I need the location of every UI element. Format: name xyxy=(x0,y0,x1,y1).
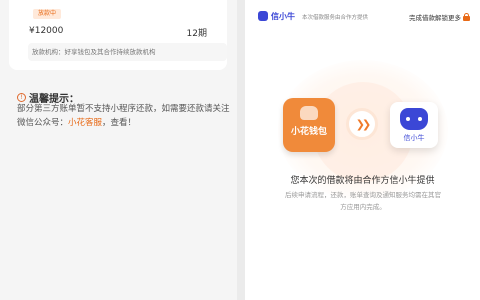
brand-logo-icon xyxy=(258,11,268,21)
partner-topbar: 信小牛 本次借款服务由合作方提供 完成借款解锁更多 xyxy=(245,0,480,34)
lender-info: 放款机构：好享钱包及其合作持续放款机构 xyxy=(28,43,227,61)
lock-icon xyxy=(463,13,470,21)
brand-name: 信小牛 xyxy=(271,12,295,21)
brand-note: 本次借款服务由合作方提供 xyxy=(302,15,369,21)
unlock-more-button[interactable]: 完成借款解锁更多 xyxy=(409,12,470,22)
official-account-link[interactable]: 小花客服 xyxy=(68,118,102,128)
status-badge: 放款中 xyxy=(33,9,62,19)
cow-mascot-icon xyxy=(400,108,428,130)
double-chevron-right-icon: ❯❯ xyxy=(355,117,372,131)
transfer-arrow: ❯❯ xyxy=(346,108,378,140)
unlock-more-label: 完成借款解锁更多 xyxy=(409,14,461,22)
loan-detail-panel: 放款中 ¥12000 12期 放款机构：好享钱包及其合作持续放款机构 ! 温馨提… xyxy=(0,0,237,300)
wallet-mascot-icon xyxy=(300,106,318,120)
panel-divider xyxy=(237,0,245,300)
loan-card[interactable]: 放款中 ¥12000 12期 放款机构：好享钱包及其合作持续放款机构 xyxy=(9,0,227,70)
xiaohua-wallet-app-icon: 小花钱包 xyxy=(283,98,335,152)
loan-term: 12期 xyxy=(186,29,207,39)
notice-subtitle: 后续申请流程，还款，账单查询及通知服务均需在其官方应用内完成。 xyxy=(285,191,441,211)
warning-icon: ! xyxy=(17,93,26,102)
partner-notice-panel: 信小牛 本次借款服务由合作方提供 完成借款解锁更多 小花钱包 ❯❯ 信小牛 您本… xyxy=(245,0,480,300)
loan-amount: ¥12000 xyxy=(29,26,64,36)
notice-title: 您本次的借款将由合作方信小牛提供 xyxy=(290,176,435,186)
app-left-label: 小花钱包 xyxy=(290,127,327,137)
xinxiaoniu-app-icon: 信小牛 xyxy=(390,102,438,148)
app-right-label: 信小牛 xyxy=(403,134,425,142)
tips-body: 部分第三方账单暂不支持小程序还款，如需要还款请关注微信公众号：小花客服，查看！ xyxy=(17,102,232,130)
tips-suffix: ，查看！ xyxy=(102,118,137,128)
